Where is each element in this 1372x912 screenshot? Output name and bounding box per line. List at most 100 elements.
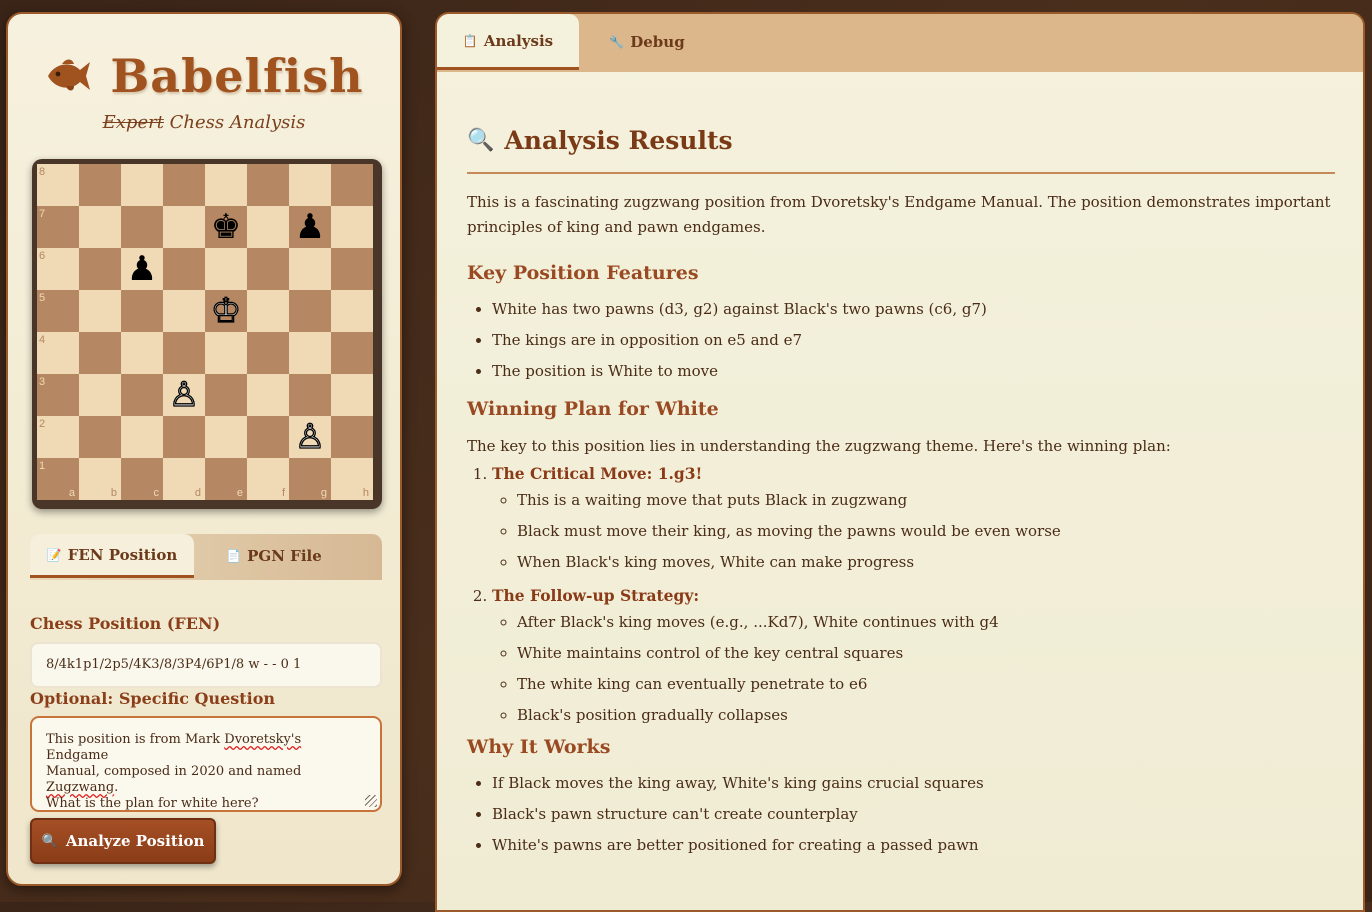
question-textarea[interactable]: This position is from Mark Dvoretsky's E… [30,716,382,812]
step-heading: The Critical Move: 1.g3! [492,464,703,483]
square-b1[interactable]: b [79,458,121,500]
tab-debug[interactable]: 🔧 Debug [579,14,715,70]
square-c1[interactable]: c [121,458,163,500]
square-d2[interactable] [163,416,205,458]
tab-pgn-file[interactable]: 📄 PGN File [194,534,354,578]
square-g7[interactable]: ♟ [289,206,331,248]
square-f7[interactable] [247,206,289,248]
square-e2[interactable] [205,416,247,458]
square-a1[interactable]: 1a [37,458,79,500]
square-f1[interactable]: f [247,458,289,500]
square-b2[interactable] [79,416,121,458]
square-f6[interactable] [247,248,289,290]
square-g2[interactable]: ♙ [289,416,331,458]
step-sublist: This is a waiting move that puts Black i… [492,489,1335,573]
list-item: If Black moves the king away, White's ki… [492,772,1335,794]
tab-pgn-label: PGN File [247,547,322,565]
square-g6[interactable] [289,248,331,290]
square-b5[interactable] [79,290,121,332]
square-b6[interactable] [79,248,121,290]
square-a7[interactable]: 7 [37,206,79,248]
square-d3[interactable]: ♙ [163,374,205,416]
square-c6[interactable]: ♟ [121,248,163,290]
tab-analysis[interactable]: 📋 Analysis [437,14,579,70]
square-d5[interactable] [163,290,205,332]
square-e6[interactable] [205,248,247,290]
square-e7[interactable]: ♚ [205,206,247,248]
clipboard-icon: 📋 [462,33,478,48]
square-g5[interactable] [289,290,331,332]
square-b3[interactable] [79,374,121,416]
wrench-icon: 🔧 [609,35,625,49]
fen-input[interactable]: 8/4k1p1/2p5/4K3/8/3P4/6P1/8 w - - 0 1 [30,642,382,688]
square-e3[interactable] [205,374,247,416]
square-h8[interactable] [331,164,373,206]
square-d1[interactable]: d [163,458,205,500]
square-g8[interactable] [289,164,331,206]
rank-label: 2 [39,418,46,430]
analysis-content: 🔍 Analysis Results This is a fascinating… [467,122,1335,865]
square-g1[interactable]: g [289,458,331,500]
rank-label: 8 [39,166,46,178]
square-c3[interactable] [121,374,163,416]
square-f4[interactable] [247,332,289,374]
resize-handle[interactable] [365,795,377,807]
chess-board-frame: 8 7 ♚ ♟ 6 ♟ 5 ♔ 4 3 ♙ 2 ♙ 1 a b c d e f g h [32,159,382,509]
white-piece-icon[interactable]: ♙ [168,374,200,416]
square-c5[interactable] [121,290,163,332]
list-item: White has two pawns (d3, g2) against Bla… [492,298,1335,320]
square-e8[interactable] [205,164,247,206]
square-d6[interactable] [163,248,205,290]
square-f3[interactable] [247,374,289,416]
rank-label: 1 [39,460,46,472]
fen-label: Chess Position (FEN) [30,614,221,633]
square-c8[interactable] [121,164,163,206]
list-item: Black must move their king, as moving th… [517,520,1335,542]
square-c7[interactable] [121,206,163,248]
square-g3[interactable] [289,374,331,416]
square-d7[interactable] [163,206,205,248]
black-piece-icon[interactable]: ♟ [295,206,325,248]
black-piece-icon[interactable]: ♚ [211,206,241,248]
square-d4[interactable] [163,332,205,374]
square-e1[interactable]: e [205,458,247,500]
step-item: The Critical Move: 1.g3! This is a waiti… [492,461,1335,573]
white-piece-icon[interactable]: ♔ [210,290,242,332]
square-a2[interactable]: 2 [37,416,79,458]
square-f5[interactable] [247,290,289,332]
list-item: When Black's king moves, White can make … [517,551,1335,573]
square-h7[interactable] [331,206,373,248]
square-e4[interactable] [205,332,247,374]
rank-label: 7 [39,208,46,220]
square-h5[interactable] [331,290,373,332]
square-a8[interactable]: 8 [37,164,79,206]
square-b8[interactable] [79,164,121,206]
square-e5[interactable]: ♔ [205,290,247,332]
square-h6[interactable] [331,248,373,290]
square-b4[interactable] [79,332,121,374]
square-f2[interactable] [247,416,289,458]
square-f8[interactable] [247,164,289,206]
square-h3[interactable] [331,374,373,416]
chess-board[interactable]: 8 7 ♚ ♟ 6 ♟ 5 ♔ 4 3 ♙ 2 ♙ 1 a b c d e f g h [37,164,373,500]
analysis-title-text: Analysis Results [504,125,733,155]
tab-fen-position[interactable]: 📝 FEN Position [30,534,194,578]
square-b7[interactable] [79,206,121,248]
black-piece-icon[interactable]: ♟ [127,248,157,290]
file-label: e [236,487,243,499]
square-c4[interactable] [121,332,163,374]
square-c2[interactable] [121,416,163,458]
plan-heading: Winning Plan for White [467,398,719,420]
square-a6[interactable]: 6 [37,248,79,290]
square-h4[interactable] [331,332,373,374]
square-d8[interactable] [163,164,205,206]
analyze-position-button[interactable]: 🔍 Analyze Position [30,818,216,864]
white-piece-icon[interactable]: ♙ [294,416,326,458]
square-a4[interactable]: 4 [37,332,79,374]
square-h2[interactable] [331,416,373,458]
square-a3[interactable]: 3 [37,374,79,416]
square-a5[interactable]: 5 [37,290,79,332]
why-heading: Why It Works [467,736,611,758]
square-g4[interactable] [289,332,331,374]
square-h1[interactable]: h [331,458,373,500]
